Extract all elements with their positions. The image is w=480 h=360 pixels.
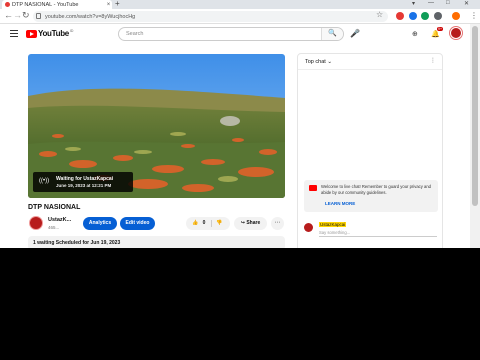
welcome-text: Welcome to live chat! Remember to guard … xyxy=(321,184,432,195)
lock-icon xyxy=(36,13,41,19)
top-chat-label: Top chat xyxy=(305,59,326,65)
video-title: DTP NASIONAL xyxy=(28,204,81,211)
chat-menu-icon[interactable]: ⋮ xyxy=(430,57,436,64)
youtube-wordmark: YouTube xyxy=(38,29,69,38)
waiting-card: ((•)) Waiting for UstazKapcai June 19, 2… xyxy=(33,172,133,192)
browser-tab[interactable]: DTP NASIONAL - YouTube × xyxy=(2,0,112,9)
address-bar[interactable]: youtube.com/watch?v=8yWucjhocHg xyxy=(33,11,388,22)
youtube-icon xyxy=(309,185,317,191)
learn-more-link[interactable]: LEARN MORE xyxy=(325,201,355,206)
channel-avatar[interactable] xyxy=(29,216,43,230)
like-divider xyxy=(211,220,212,227)
search-input[interactable]: Search xyxy=(126,31,143,37)
create-icon[interactable]: ⊕ xyxy=(412,30,418,38)
like-icon[interactable]: 👍 xyxy=(192,220,198,226)
search-box[interactable]: Search 🔍 xyxy=(118,27,344,41)
maximize-icon[interactable]: □ xyxy=(446,0,450,6)
youtube-masthead: YouTube ID Search 🔍 🎤 ⊕ 🔔 9+ xyxy=(0,24,470,45)
share-button[interactable]: ↪ Share xyxy=(234,217,267,230)
dislike-icon[interactable]: 👎 xyxy=(216,217,222,230)
youtube-play-icon xyxy=(26,29,37,38)
share-icon: ↪ xyxy=(240,220,245,226)
description-meta: 1 waiting Scheduled for Jun 19, 2023 xyxy=(33,240,121,246)
edit-video-button[interactable]: Edit video xyxy=(120,217,155,230)
live-broadcast-icon: ((•)) xyxy=(39,178,50,184)
like-count: 0 xyxy=(202,220,206,226)
chat-input[interactable]: Say something... xyxy=(319,230,437,237)
live-chat-panel: Top chat ⌄ ⋮ Welcome to live chat! Remem… xyxy=(297,53,443,248)
page-scrollbar[interactable] xyxy=(470,24,480,248)
youtube-logo[interactable]: YouTube ID xyxy=(26,29,73,38)
share-label: Share xyxy=(246,220,261,226)
tab-title: DTP NASIONAL - YouTube xyxy=(12,1,79,8)
tab-strip: DTP NASIONAL - YouTube × + ▾ — □ ✕ xyxy=(0,0,480,9)
chevron-down-icon: ⌄ xyxy=(327,59,332,65)
back-icon[interactable]: ← xyxy=(4,10,13,20)
waiting-title: Waiting for UstazKapcai xyxy=(56,176,114,182)
browser-menu-icon[interactable]: ⋮ xyxy=(470,11,478,20)
like-dislike-group: 👍 0 👎 xyxy=(186,217,230,230)
more-actions-icon[interactable]: ⋯ xyxy=(271,217,284,230)
minimize-icon[interactable]: — xyxy=(428,0,434,6)
hamburger-menu-icon[interactable] xyxy=(10,30,18,39)
chat-header: Top chat ⌄ ⋮ xyxy=(298,54,442,70)
profile-icon[interactable] xyxy=(452,12,460,20)
mic-icon[interactable]: 🎤 xyxy=(350,29,360,38)
extension-icon-3[interactable] xyxy=(421,12,429,20)
url-text: youtube.com/watch?v=8yWucjhocHg xyxy=(45,13,136,20)
extension-icon-2[interactable] xyxy=(409,12,417,20)
tab-close-icon[interactable]: × xyxy=(105,2,112,8)
notification-badge: 9+ xyxy=(437,27,443,31)
channel-name[interactable]: UstazK... xyxy=(48,217,71,223)
scheduled-time: June 19, 2023 at 12:21 PM xyxy=(56,183,112,188)
chat-user-name: UstazKapcai xyxy=(319,222,347,227)
country-code: ID xyxy=(69,29,74,33)
forward-icon[interactable]: → xyxy=(13,10,22,20)
video-player[interactable]: ((•)) Waiting for UstazKapcai June 19, 2… xyxy=(28,54,285,198)
bell-icon[interactable]: 🔔 xyxy=(431,30,440,38)
scrollbar-thumb[interactable] xyxy=(472,26,478,206)
extension-icon-1[interactable] xyxy=(396,12,404,20)
youtube-favicon-icon xyxy=(5,2,10,7)
bookmark-star-icon[interactable]: ☆ xyxy=(376,10,383,19)
search-button[interactable]: 🔍 xyxy=(321,28,343,40)
channel-subscribers: 465... xyxy=(48,225,60,230)
account-avatar[interactable] xyxy=(450,27,462,39)
reload-icon[interactable]: ↻ xyxy=(22,10,30,21)
chat-user-avatar xyxy=(304,223,313,232)
extensions-puzzle-icon[interactable] xyxy=(434,12,442,20)
close-window-icon[interactable]: ✕ xyxy=(464,0,469,7)
chat-welcome-message: Welcome to live chat! Remember to guard … xyxy=(304,180,438,212)
tab-search-icon[interactable]: ▾ xyxy=(412,0,415,7)
analytics-button[interactable]: Analytics xyxy=(83,217,117,230)
new-tab-button[interactable]: + xyxy=(115,0,120,8)
screen: DTP NASIONAL - YouTube × + ▾ — □ ✕ ← → ↻… xyxy=(0,0,480,248)
top-chat-dropdown[interactable]: Top chat ⌄ xyxy=(305,59,332,65)
description-box[interactable]: 1 waiting Scheduled for Jun 19, 2023 xyxy=(28,236,285,248)
browser-toolbar: ← → ↻ youtube.com/watch?v=8yWucjhocHg ☆ … xyxy=(0,9,480,24)
